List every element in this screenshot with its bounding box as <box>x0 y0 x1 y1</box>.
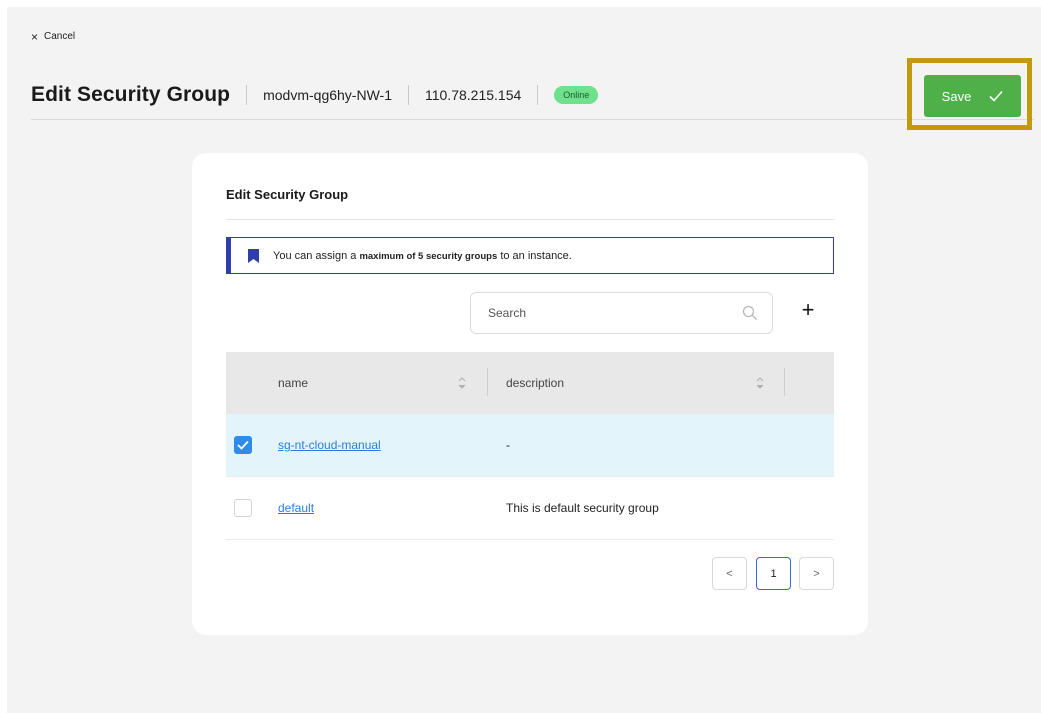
header-divider <box>407 85 409 105</box>
bookmark-icon <box>248 248 259 263</box>
add-security-group-button[interactable]: + <box>797 299 819 321</box>
close-icon: × <box>31 29 39 44</box>
header-divider <box>537 85 539 105</box>
card-title: Edit Security Group <box>226 187 349 202</box>
table-row[interactable]: default This is default security group <box>226 477 834 540</box>
instance-name: modvm-qg6hy-NW-1 <box>263 87 392 103</box>
page-button-1[interactable]: 1 <box>756 557 791 590</box>
page-title: Edit Security Group <box>31 83 231 106</box>
next-page-button[interactable]: > <box>799 557 834 590</box>
security-group-name-link[interactable]: default <box>278 501 314 515</box>
column-header-name[interactable]: name <box>278 352 308 414</box>
sort-icon[interactable] <box>756 376 764 390</box>
column-header-description[interactable]: description <box>506 352 564 414</box>
edit-security-group-card: Edit Security Group You can assign a max… <box>192 153 868 635</box>
save-button[interactable]: Save <box>924 75 1021 117</box>
search-input[interactable] <box>488 306 742 320</box>
security-group-name-link[interactable]: sg-nt-cloud-manual <box>278 438 381 452</box>
cancel-label: Cancel <box>44 31 76 42</box>
instance-ip: 110.78.215.154 <box>424 87 522 103</box>
table-row[interactable]: sg-nt-cloud-manual - <box>226 414 834 477</box>
notice-prefix: You can assign a <box>273 249 357 262</box>
prev-page-button[interactable]: < <box>712 557 747 590</box>
column-resizer[interactable] <box>487 368 488 396</box>
security-group-table: name description sg-nt-cloud-manual - de… <box>226 352 834 540</box>
notice-text: You can assign a maximum of 5 security g… <box>273 250 572 262</box>
card-divider <box>226 219 834 220</box>
save-label: Save <box>941 88 972 104</box>
security-group-description: - <box>506 438 510 452</box>
header-divider <box>246 85 248 105</box>
column-resizer[interactable] <box>784 368 785 396</box>
checkmark-icon <box>237 440 249 450</box>
search-icon[interactable] <box>742 305 758 321</box>
status-badge: Online <box>554 86 599 104</box>
search-box <box>470 292 773 334</box>
check-icon <box>989 90 1003 102</box>
sort-icon[interactable] <box>458 376 466 390</box>
notice-bold: maximum of 5 security groups <box>359 250 498 262</box>
page-header: Edit Security Group modvm-qg6hy-NW-1 110… <box>31 80 599 110</box>
row-checkbox[interactable] <box>234 436 252 454</box>
header-divider-line <box>31 119 1034 120</box>
security-group-description: This is default security group <box>506 501 659 515</box>
cancel-button[interactable]: × Cancel <box>31 29 76 44</box>
plus-icon: + <box>801 297 815 322</box>
row-checkbox[interactable] <box>234 499 252 517</box>
notice-suffix: to an instance. <box>500 249 572 262</box>
notice-banner: You can assign a maximum of 5 security g… <box>226 237 834 274</box>
table-header: name description <box>226 352 834 414</box>
